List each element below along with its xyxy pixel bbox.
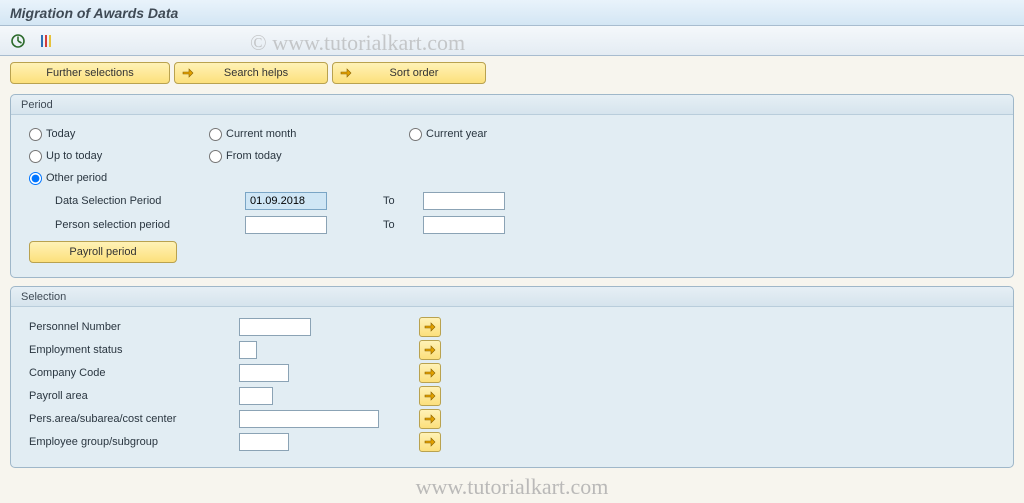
multiple-selection-company-code[interactable] — [419, 363, 441, 383]
label-payroll-area: Payroll area — [29, 390, 239, 402]
payroll-area-input[interactable] — [239, 387, 273, 405]
multiple-selection-personnel-number[interactable] — [419, 317, 441, 337]
label-person-selection-period: Person selection period — [55, 219, 245, 231]
label-employment-status: Employment status — [29, 344, 239, 356]
personnel-number-input[interactable] — [239, 318, 311, 336]
radio-up-to-today[interactable] — [29, 150, 42, 163]
further-selections-button[interactable]: Further selections — [10, 62, 170, 84]
variant-icon[interactable] — [34, 30, 58, 52]
multiple-selection-pers-area[interactable] — [419, 409, 441, 429]
multiple-selection-employment-status[interactable] — [419, 340, 441, 360]
company-code-input[interactable] — [239, 364, 289, 382]
label-from-today: From today — [226, 150, 282, 162]
selection-group: Selection Personnel Number Employment st… — [10, 286, 1014, 468]
radio-from-today[interactable] — [209, 150, 222, 163]
label-other-period: Other period — [46, 172, 107, 184]
period-legend: Period — [11, 95, 1013, 115]
label-company-code: Company Code — [29, 367, 239, 379]
data-selection-from-input[interactable] — [245, 192, 327, 210]
title-bar: Migration of Awards Data — [0, 0, 1024, 26]
person-selection-from-input[interactable] — [245, 216, 327, 234]
execute-icon[interactable] — [6, 30, 30, 52]
selection-toolbar: Further selections Search helps Sort ord… — [0, 56, 1024, 90]
sort-order-button[interactable]: Sort order — [332, 62, 486, 84]
multiple-selection-employee-group[interactable] — [419, 432, 441, 452]
label-employee-group: Employee group/subgroup — [29, 436, 239, 448]
label-today: Today — [46, 128, 75, 140]
page-title: Migration of Awards Data — [10, 5, 178, 21]
label-current-year: Current year — [426, 128, 487, 140]
label-to-1: To — [383, 195, 423, 207]
multiple-selection-payroll-area[interactable] — [419, 386, 441, 406]
employment-status-input[interactable] — [239, 341, 257, 359]
label-current-month: Current month — [226, 128, 296, 140]
person-selection-to-input[interactable] — [423, 216, 505, 234]
selection-legend: Selection — [11, 287, 1013, 307]
search-helps-label: Search helps — [224, 67, 288, 79]
pers-area-input[interactable] — [239, 410, 379, 428]
label-data-selection-period: Data Selection Period — [55, 195, 245, 207]
arrow-right-icon — [339, 66, 353, 80]
radio-other-period[interactable] — [29, 172, 42, 185]
label-personnel-number: Personnel Number — [29, 321, 239, 333]
radio-current-year[interactable] — [409, 128, 422, 141]
employee-group-input[interactable] — [239, 433, 289, 451]
search-helps-button[interactable]: Search helps — [174, 62, 328, 84]
data-selection-to-input[interactable] — [423, 192, 505, 210]
radio-current-month[interactable] — [209, 128, 222, 141]
radio-today[interactable] — [29, 128, 42, 141]
sort-order-label: Sort order — [390, 67, 439, 79]
label-pers-area: Pers.area/subarea/cost center — [29, 413, 239, 425]
watermark-bottom: www.tutorialkart.com — [0, 474, 1024, 500]
arrow-right-icon — [181, 66, 195, 80]
label-to-2: To — [383, 219, 423, 231]
payroll-period-button[interactable]: Payroll period — [29, 241, 177, 263]
period-group: Period Today Current month Current year — [10, 94, 1014, 278]
icon-toolbar — [0, 26, 1024, 56]
label-up-to-today: Up to today — [46, 150, 102, 162]
